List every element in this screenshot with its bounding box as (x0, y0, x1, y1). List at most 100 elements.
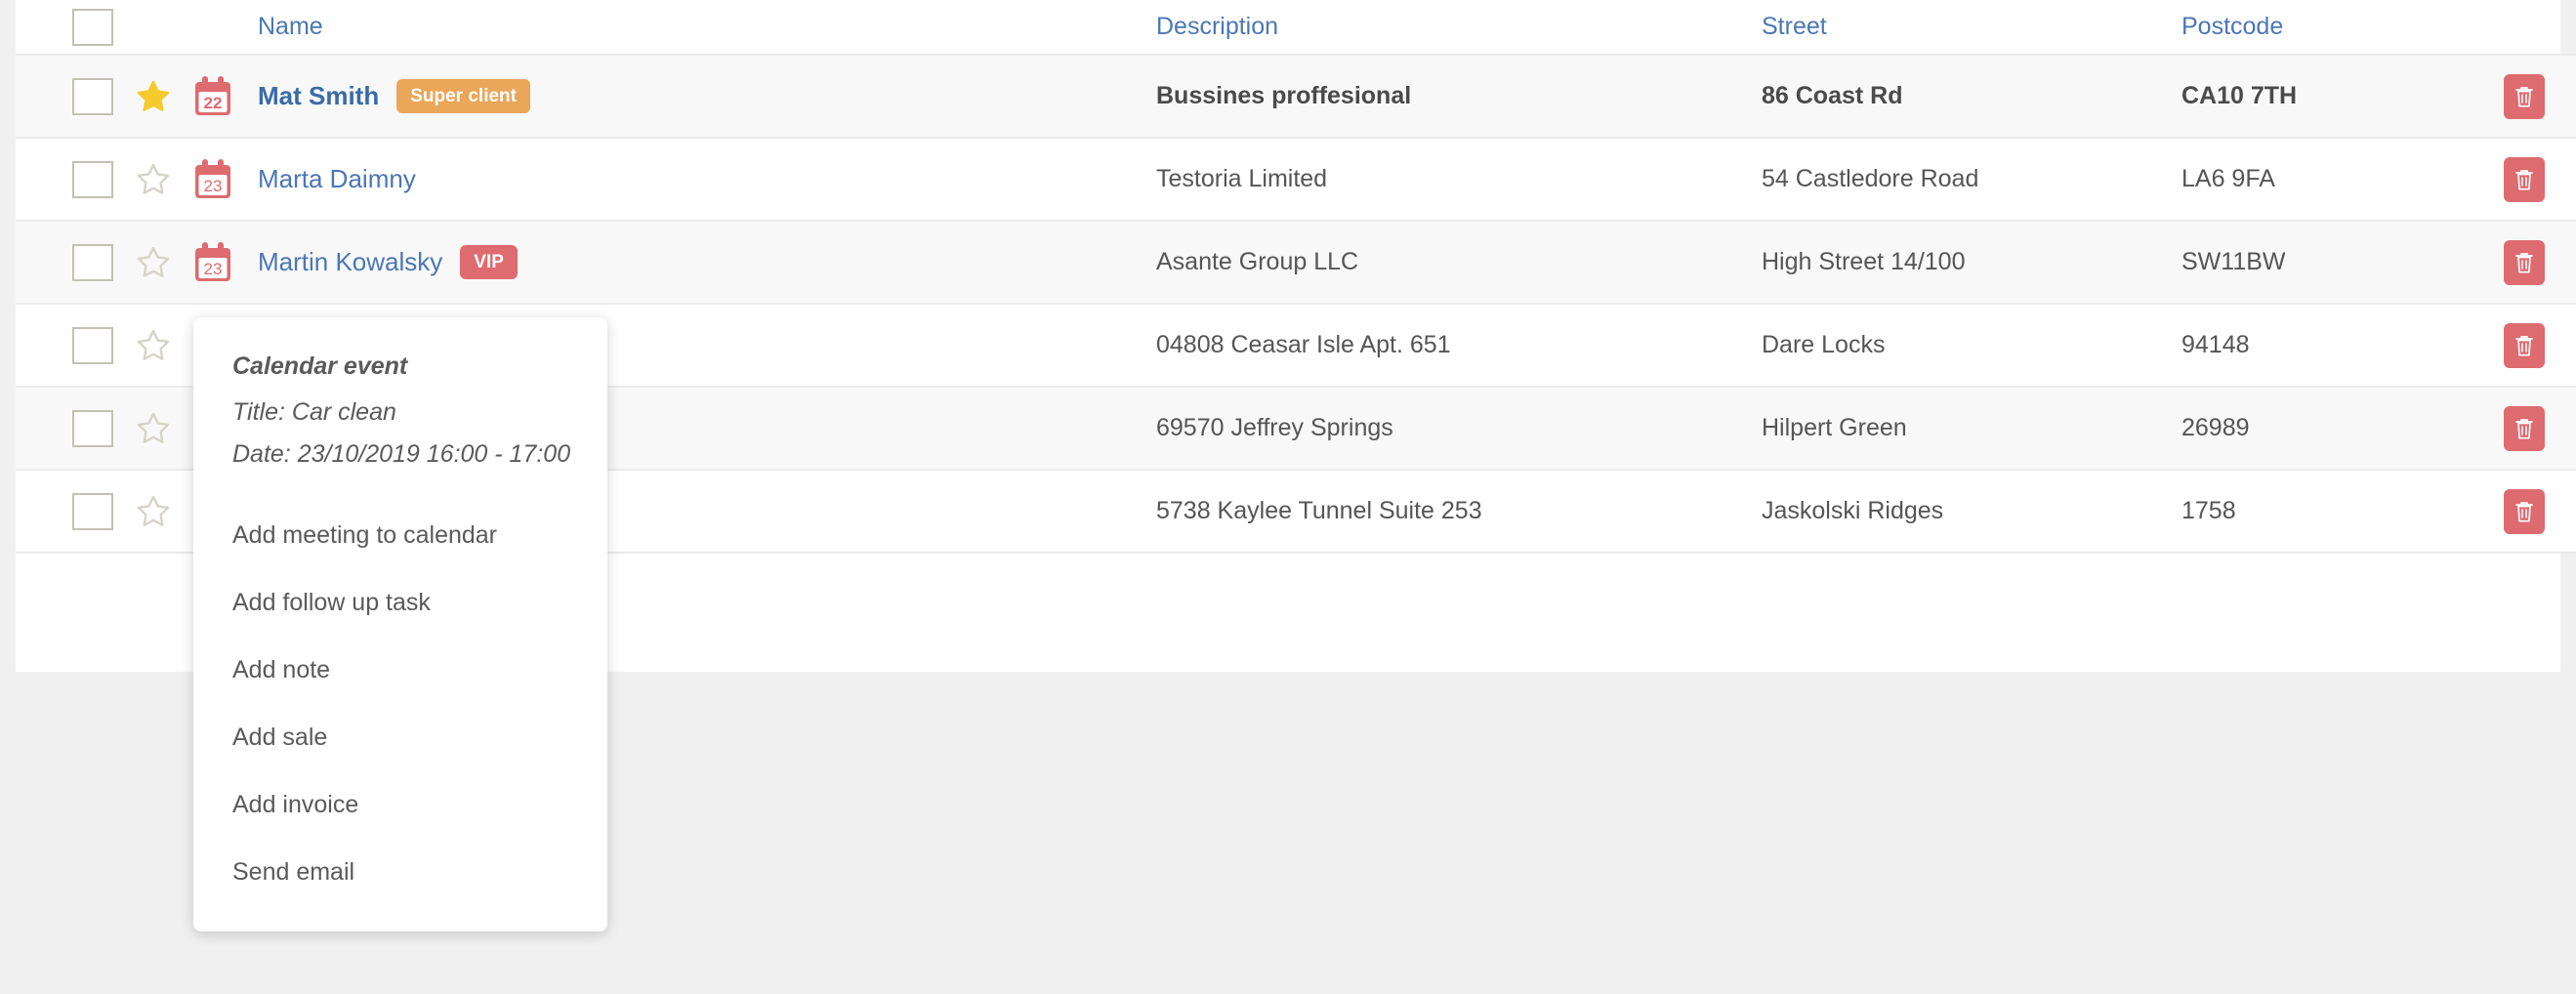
row-name-cell: Martin Kowalsky VIP (258, 221, 1156, 304)
row-select-cell (16, 470, 131, 553)
row-street-cell: Dare Locks (1762, 331, 1886, 358)
row-favorite-cell (131, 55, 191, 138)
column-header-postcode[interactable]: Postcode (2181, 0, 2504, 56)
trash-icon (2515, 252, 2533, 273)
row-name-cell: Marta Daimny (258, 138, 1156, 221)
row-select-cell (16, 138, 131, 221)
row-description-cell: 04808 Ceasar Isle Apt. 651 (1156, 331, 1451, 358)
calendar-icon[interactable]: 22 (191, 74, 234, 119)
delete-row-button[interactable] (2504, 156, 2545, 202)
row-favorite-cell (131, 221, 191, 304)
popup-event-date: Date: 23/10/2019 16:00 - 17:00 (232, 440, 571, 468)
row-street-cell: Hilpert Green (1762, 414, 1907, 441)
popup-event-title: Title: Car clean (232, 398, 396, 426)
delete-row-button[interactable] (2504, 488, 2545, 534)
row-name-cell: Mat Smith Super client (258, 55, 1156, 138)
trash-icon (2515, 86, 2533, 107)
row-description-cell: 69570 Jeffrey Springs (1156, 414, 1393, 441)
actions-header (2504, 0, 2576, 56)
select-all-header (16, 0, 131, 56)
table-row[interactable]: 23 Marta Daimny Testoria Limited 54 Castled… (16, 138, 2576, 221)
star-icon[interactable] (135, 493, 172, 530)
row-actions-cell (2504, 304, 2576, 387)
row-description-cell: Bussines proffesional (1156, 82, 1412, 109)
star-icon[interactable] (135, 78, 172, 115)
row-checkbox[interactable] (72, 243, 113, 281)
popup-menu-item[interactable]: Add follow up task (193, 569, 607, 637)
row-checkbox[interactable] (72, 409, 113, 447)
row-actions-cell (2504, 138, 2576, 221)
delete-row-button[interactable] (2504, 405, 2545, 451)
row-postcode-cell: CA10 7TH (2181, 82, 2298, 109)
row-favorite-cell (131, 387, 191, 470)
column-header-name[interactable]: Name (258, 0, 1156, 56)
star-icon[interactable] (135, 161, 172, 198)
trash-icon (2515, 335, 2533, 356)
contact-name-link[interactable]: Marta Daimny (258, 164, 416, 194)
popup-menu-item[interactable]: Add sale (193, 704, 607, 771)
trash-icon (2515, 501, 2533, 522)
row-postcode-cell: 94148 (2181, 331, 2250, 358)
column-header-description[interactable]: Description (1156, 0, 1762, 56)
row-description-cell: Asante Group LLC (1156, 248, 1359, 275)
row-street-cell: High Street 14/100 (1762, 248, 1966, 275)
row-actions-cell (2504, 221, 2576, 304)
calendar-event-popup[interactable]: Calendar event Title: Car clean Date: 23… (193, 317, 607, 932)
trash-icon (2515, 418, 2533, 439)
row-favorite-cell (131, 470, 191, 553)
row-postcode-cell: LA6 9FA (2181, 165, 2275, 192)
status-badge: VIP (460, 245, 518, 279)
popup-heading: Calendar event (232, 352, 408, 380)
row-postcode-cell: 1758 (2181, 497, 2236, 524)
star-header (131, 0, 191, 56)
row-checkbox[interactable] (72, 326, 113, 364)
row-calendar-cell: 22 (191, 55, 258, 138)
row-calendar-cell: 23 (191, 138, 258, 221)
delete-row-button[interactable] (2504, 239, 2545, 285)
trash-icon (2515, 169, 2533, 190)
row-calendar-cell: 23 (191, 221, 258, 304)
row-select-cell (16, 221, 131, 304)
row-street-cell: 54 Castledore Road (1762, 165, 1979, 192)
status-badge: Super client (396, 79, 530, 113)
calendar-icon[interactable]: 23 (191, 157, 234, 202)
delete-row-button[interactable] (2504, 73, 2545, 119)
row-postcode-cell: SW11BW (2181, 248, 2286, 275)
star-icon[interactable] (135, 327, 172, 364)
row-checkbox[interactable] (72, 492, 113, 530)
star-icon[interactable] (135, 244, 172, 281)
row-select-cell (16, 55, 131, 138)
table-header: Name Description Street Postcode (16, 0, 2576, 56)
row-actions-cell (2504, 387, 2576, 470)
select-all-checkbox[interactable] (72, 8, 113, 46)
contact-name-link[interactable]: Mat Smith (258, 81, 379, 111)
svg-text:22: 22 (204, 94, 223, 112)
row-actions-cell (2504, 470, 2576, 553)
calendar-icon[interactable]: 23 (191, 240, 234, 285)
column-header-street[interactable]: Street (1762, 0, 2181, 56)
star-icon[interactable] (135, 410, 172, 447)
svg-text:23: 23 (204, 260, 223, 278)
row-description-cell: 5738 Kaylee Tunnel Suite 253 (1156, 497, 1482, 524)
popup-menu-item[interactable]: Add note (193, 637, 607, 704)
table-row[interactable]: 23 Martin Kowalsky VIP Asante Group LLC High… (16, 221, 2576, 304)
popup-menu-item[interactable]: Add meeting to calendar (193, 502, 607, 569)
row-select-cell (16, 304, 131, 387)
row-favorite-cell (131, 138, 191, 221)
row-description-cell: Testoria Limited (1156, 165, 1328, 192)
popup-menu-item[interactable]: Send email (193, 839, 607, 906)
svg-text:23: 23 (204, 177, 223, 195)
popup-action-list: Add meeting to calendar Add follow up tas… (193, 502, 607, 906)
row-postcode-cell: 26989 (2181, 414, 2250, 441)
row-select-cell (16, 387, 131, 470)
row-checkbox[interactable] (72, 77, 113, 115)
row-checkbox[interactable] (72, 160, 113, 198)
calendar-header (191, 0, 258, 56)
popup-menu-item[interactable]: Add invoice (193, 771, 607, 839)
contact-name-link[interactable]: Martin Kowalsky (258, 247, 442, 277)
delete-row-button[interactable] (2504, 322, 2545, 368)
row-street-cell: Jaskolski Ridges (1762, 497, 1944, 524)
header-row: Name Description Street Postcode (16, 0, 2576, 56)
table-row[interactable]: 22 Mat Smith Super client Bussines proffesi… (16, 55, 2576, 138)
row-street-cell: 86 Coast Rd (1762, 82, 1903, 109)
